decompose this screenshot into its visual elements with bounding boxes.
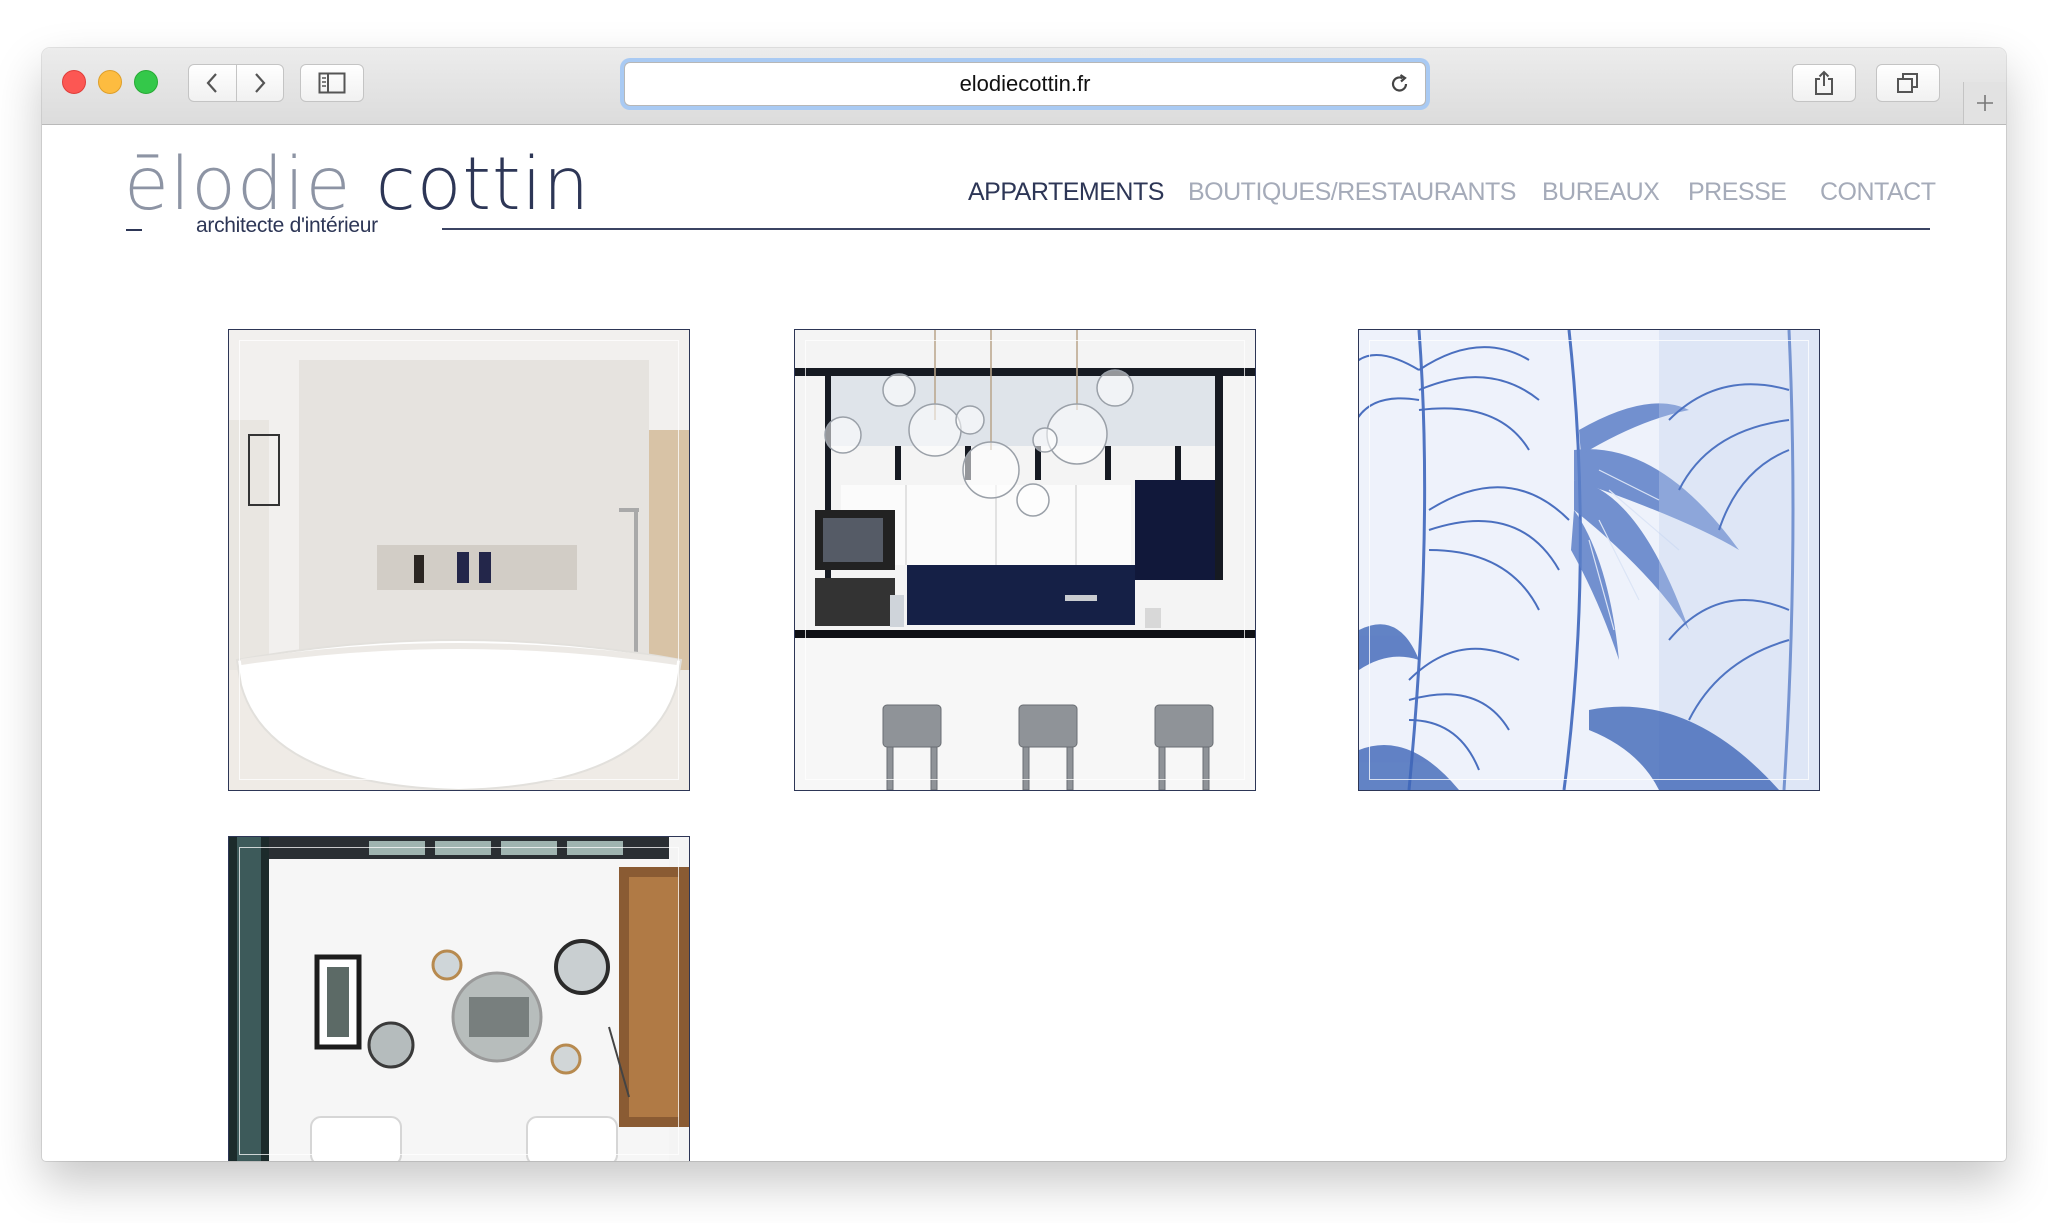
minimize-window-button[interactable] xyxy=(98,70,122,94)
forward-button[interactable] xyxy=(235,65,284,101)
sidebar-icon xyxy=(318,72,346,94)
back-button[interactable] xyxy=(189,65,236,101)
show-tabs-button[interactable] xyxy=(1876,64,1940,102)
mirror-room-photo xyxy=(229,837,689,1161)
browser-window: elodiecottin.fr ēlodie cottin architecte… xyxy=(42,48,2006,1161)
zoom-window-button[interactable] xyxy=(134,70,158,94)
back-forward-group xyxy=(188,64,284,102)
gallery-item-bathroom[interactable] xyxy=(228,329,690,791)
gallery-item-kitchen[interactable] xyxy=(794,329,1256,791)
palm-wallpaper-photo xyxy=(1359,330,1819,790)
nav-appartements[interactable]: APPARTEMENTS xyxy=(968,178,1164,207)
new-tab-button[interactable] xyxy=(1963,82,2006,124)
url-text: elodiecottin.fr xyxy=(959,71,1091,96)
logo-subtitle: architecte d'intérieur xyxy=(196,214,378,237)
main-navigation: APPARTEMENTS BOUTIQUES/RESTAURANTS BUREA… xyxy=(42,178,2006,210)
nav-bureaux[interactable]: BUREAUX xyxy=(1542,178,1660,207)
share-icon xyxy=(1815,70,1833,95)
sidebar-toggle-button[interactable] xyxy=(300,64,364,102)
browser-toolbar: elodiecottin.fr xyxy=(42,48,2006,125)
gallery-item-mirror-room[interactable] xyxy=(228,836,690,1161)
gallery-item-palm-wallpaper[interactable] xyxy=(1358,329,1820,791)
bathroom-photo xyxy=(229,330,689,790)
share-button[interactable] xyxy=(1792,64,1856,102)
kitchen-photo xyxy=(795,330,1255,790)
chevron-left-icon xyxy=(206,73,218,93)
nav-contact[interactable]: CONTACT xyxy=(1820,178,1936,207)
chevron-right-icon xyxy=(254,73,266,93)
plus-icon xyxy=(1977,95,1993,111)
address-bar[interactable]: elodiecottin.fr xyxy=(624,62,1426,106)
tabs-icon xyxy=(1897,73,1918,93)
nav-boutiques-restaurants[interactable]: BOUTIQUES/RESTAURANTS xyxy=(1188,178,1516,207)
logo-dash xyxy=(126,229,142,231)
header-divider xyxy=(442,228,1930,230)
close-window-button[interactable] xyxy=(62,70,86,94)
nav-presse[interactable]: PRESSE xyxy=(1688,178,1787,207)
reload-icon[interactable] xyxy=(1389,73,1411,95)
